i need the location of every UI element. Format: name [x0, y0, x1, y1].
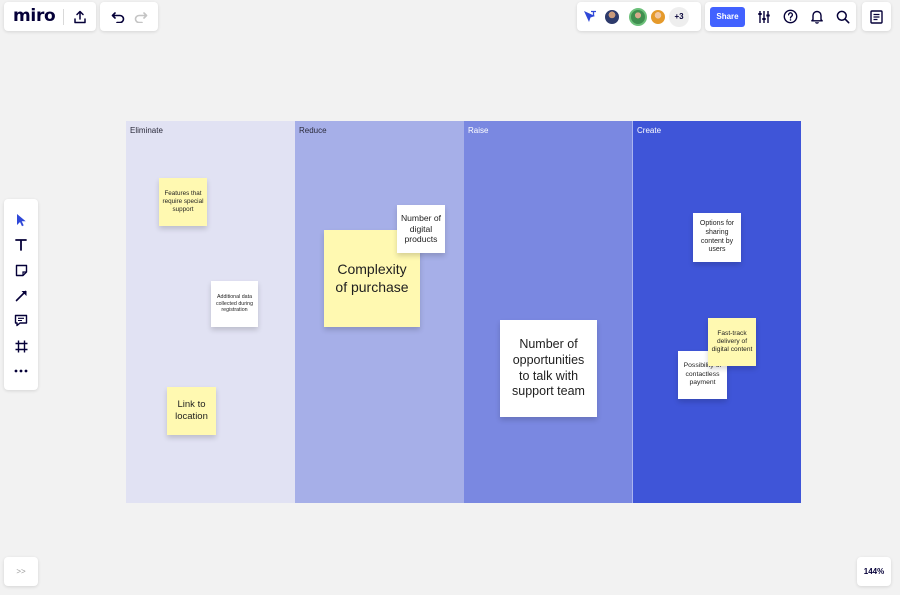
divider — [63, 8, 65, 25]
history-panel — [100, 2, 158, 31]
column-title: Raise — [468, 126, 489, 135]
help-icon[interactable] — [783, 9, 798, 24]
select-cursor-icon[interactable] — [4, 207, 38, 232]
frame-icon[interactable] — [4, 333, 38, 358]
user-avatar[interactable] — [629, 7, 647, 26]
comment-icon[interactable] — [4, 308, 38, 333]
sticky-note-icon[interactable] — [4, 258, 38, 283]
sticky-note[interactable]: Features that require special support — [159, 178, 207, 226]
column-raise[interactable]: Raise — [464, 121, 632, 503]
settings-sliders-icon[interactable] — [757, 10, 771, 24]
user-avatar[interactable] — [603, 7, 621, 26]
cursor-follow-icon[interactable] — [583, 10, 597, 23]
sticky-note[interactable]: Link to location — [167, 387, 216, 435]
miro-logo[interactable]: miro — [13, 2, 56, 31]
search-icon[interactable] — [836, 10, 850, 24]
more-tools-icon[interactable] — [4, 359, 38, 384]
export-icon[interactable] — [73, 10, 87, 24]
notes-list-icon[interactable] — [870, 9, 883, 24]
sticky-note[interactable]: Additional data collected during registr… — [211, 281, 258, 327]
column-title: Reduce — [299, 126, 327, 135]
zoom-level[interactable]: 144% — [857, 557, 891, 586]
user-avatar[interactable] — [649, 7, 667, 26]
board-panel-toggle — [862, 2, 891, 31]
sticky-note[interactable]: Number of digital products — [397, 205, 445, 253]
logo-panel: miro — [4, 2, 96, 31]
column-title: Create — [637, 126, 662, 135]
redo-icon[interactable] — [134, 11, 148, 23]
column-create[interactable]: Create — [632, 121, 801, 503]
sticky-note[interactable]: Fast-track delivery of digital content — [708, 318, 756, 366]
more-users-badge[interactable]: +3 — [669, 6, 689, 27]
expand-panel-button[interactable]: >> — [4, 557, 38, 586]
tools-panel: Share — [705, 2, 856, 31]
share-button[interactable]: Share — [710, 6, 745, 27]
sticky-note[interactable]: Number of opportunities to talk with sup… — [500, 320, 597, 417]
undo-icon[interactable] — [111, 11, 125, 23]
creation-toolbar — [4, 199, 38, 390]
column-title: Eliminate — [130, 126, 163, 135]
bell-icon[interactable] — [810, 9, 824, 24]
text-tool-icon[interactable] — [4, 232, 38, 257]
collaborators-panel: +3 — [577, 2, 701, 31]
sticky-note[interactable]: Options for sharing content by users — [693, 213, 741, 262]
connection-line-icon[interactable] — [4, 283, 38, 308]
